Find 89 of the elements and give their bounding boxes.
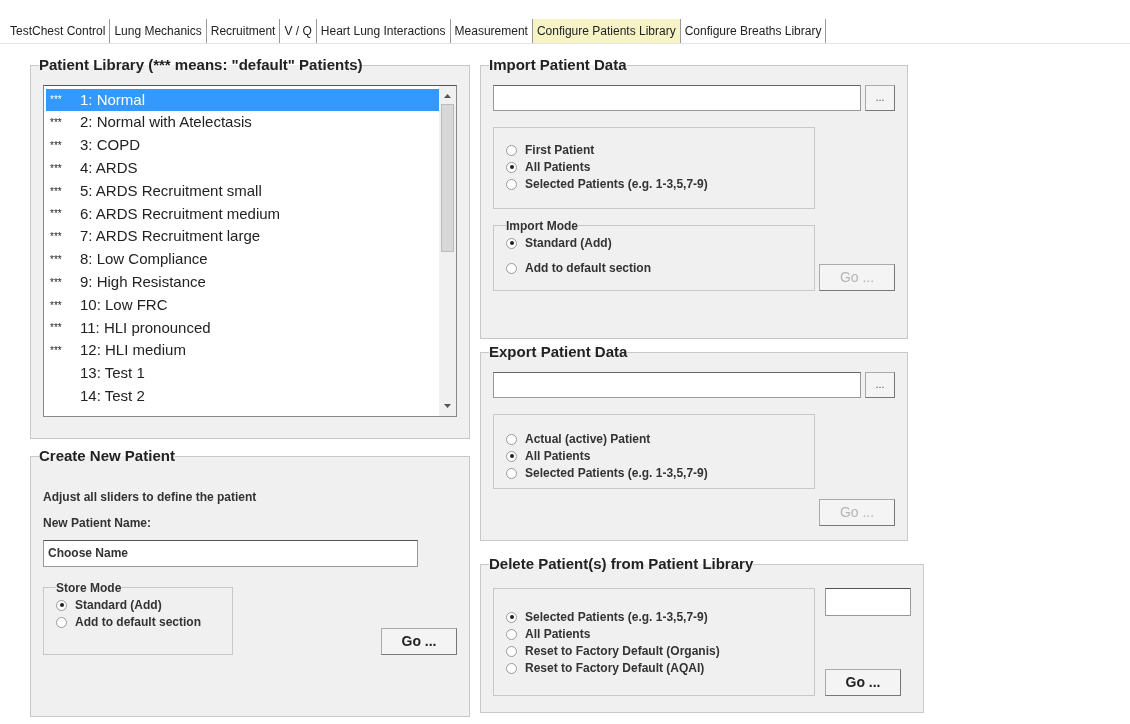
default-marker: ***: [50, 208, 62, 220]
patient-list-item[interactable]: *** 8: Low Compliance: [46, 248, 439, 271]
default-marker: ***: [50, 276, 62, 288]
patient-list-item[interactable]: *** 10: Low FRC: [46, 293, 439, 317]
radio-button[interactable]: [506, 178, 517, 190]
patient-name: 11: HLI pronounced: [80, 317, 211, 338]
patient-range-field[interactable]: [825, 587, 911, 616]
scroll-down-icon[interactable]: [444, 403, 451, 408]
radio-button[interactable]: [506, 144, 517, 156]
patient-name: 3: COPD: [80, 135, 140, 156]
radio-button[interactable]: [56, 616, 67, 628]
patient-list-item[interactable]: *** 2: Normal with Atelectasis: [46, 111, 439, 135]
field-label: New Patient Name:: [43, 514, 153, 532]
patient-name: 1: Normal: [80, 89, 146, 110]
radio-label[interactable]: Standard (Add): [75, 596, 162, 614]
go-button[interactable]: Go ...: [825, 668, 901, 696]
radio-button[interactable]: [506, 662, 517, 674]
patient-list-item[interactable]: *** 9: High Resistance: [46, 270, 439, 294]
patient-name: 10: Low FRC: [80, 294, 168, 315]
default-marker: ***: [50, 322, 62, 334]
patient-list-item[interactable]: *** 12: HLI medium: [46, 339, 439, 363]
patient-name: 6: ARDS Recruitment medium: [80, 203, 281, 224]
patient-name: 8: Low Compliance: [80, 249, 208, 270]
patient-list-item[interactable]: 14: Test 2: [46, 384, 439, 408]
radio-button[interactable]: [506, 433, 517, 445]
patient-list-item[interactable]: *** 4: ARDS: [46, 156, 439, 180]
default-marker: ***: [50, 140, 62, 151]
radio-label[interactable]: Selected Patients (e.g. 1-3,5,7-9): [525, 608, 708, 626]
group-title: Import Mode: [506, 217, 578, 235]
radio-label[interactable]: Add to default section: [525, 259, 651, 277]
patient-name: 12: HLI medium: [80, 340, 186, 361]
patient-list-item[interactable]: *** 7: ARDS Recruitment large: [46, 225, 439, 249]
radio-label[interactable]: All Patients: [525, 447, 591, 465]
radio-label[interactable]: Reset to Factory Default (AQAI): [525, 659, 705, 677]
radio-label[interactable]: All Patients: [525, 158, 591, 176]
radio-label[interactable]: Add to default section: [75, 613, 201, 631]
patient-name: 14: Test 2: [80, 386, 145, 406]
patient-list-item[interactable]: 13: Test 1: [46, 362, 439, 385]
default-marker: ***: [50, 117, 62, 129]
group-title: Patient Library (*** means: "default" Patients): [39, 55, 363, 75]
radio-button[interactable]: [506, 450, 517, 462]
file-path-field[interactable]: [493, 371, 861, 398]
browse-button[interactable]: ...: [865, 371, 895, 398]
patient-name-field[interactable]: Choose Name: [43, 539, 418, 567]
radio-label[interactable]: Selected Patients (e.g. 1-3,5,7-9): [525, 464, 708, 482]
default-marker: ***: [50, 299, 62, 311]
patient-name: 4: ARDS: [80, 158, 138, 179]
radio-button[interactable]: [56, 599, 67, 611]
radio-button[interactable]: [506, 161, 517, 173]
go-button[interactable]: Go ...: [381, 627, 457, 655]
radio-label[interactable]: Actual (active) Patient: [525, 430, 651, 448]
scrollbar-thumb[interactable]: [441, 103, 454, 252]
default-marker: ***: [50, 231, 62, 243]
patient-name: 2: Normal with Atelectasis: [80, 112, 252, 133]
patient-list-item[interactable]: *** 3: COPD: [46, 134, 439, 157]
scroll-up-icon[interactable]: [444, 93, 451, 98]
default-marker: ***: [50, 185, 62, 197]
group-title: Store Mode: [56, 579, 122, 597]
group-title: Import Patient Data: [489, 55, 627, 75]
tab[interactable]: Configure Patients Library: [532, 19, 681, 43]
patient-list-item[interactable]: *** 6: ARDS Recruitment medium: [46, 202, 439, 226]
scrollbar[interactable]: [439, 85, 456, 416]
radio-button[interactable]: [506, 262, 517, 274]
file-path-field[interactable]: [493, 84, 861, 111]
default-marker: ***: [50, 345, 62, 357]
default-marker: ***: [50, 162, 62, 174]
radio-label[interactable]: All Patients: [525, 625, 591, 643]
radio-button[interactable]: [506, 628, 517, 640]
group-title: Delete Patient(s) from Patient Library: [489, 554, 754, 574]
radio-button[interactable]: [506, 645, 517, 657]
radio-button[interactable]: [506, 467, 517, 479]
patient-name: 7: ARDS Recruitment large: [80, 226, 261, 247]
browse-button[interactable]: ...: [865, 84, 895, 111]
patient-name: 13: Test 1: [80, 363, 145, 384]
default-marker: ***: [50, 253, 62, 265]
radio-label[interactable]: Selected Patients (e.g. 1-3,5,7-9): [525, 175, 708, 193]
group-title: Create New Patient: [39, 446, 175, 466]
patient-list-item[interactable]: *** 11: HLI pronounced: [46, 316, 439, 340]
radio-label[interactable]: First Patient: [525, 141, 595, 159]
patient-name: 5: ARDS Recruitment small: [80, 180, 262, 201]
group-title: Export Patient Data: [489, 342, 628, 362]
patient-list-item[interactable]: *** 5: ARDS Recruitment small: [46, 179, 439, 203]
radio-label[interactable]: Standard (Add): [525, 234, 612, 252]
radio-button[interactable]: [506, 237, 517, 249]
default-marker: ***: [50, 94, 62, 106]
patient-name: 9: High Resistance: [80, 272, 206, 292]
radio-label[interactable]: Reset to Factory Default (Organis): [525, 642, 720, 660]
radio-button[interactable]: [506, 611, 517, 623]
hint-text: Adjust all sliders to define the patient: [43, 488, 258, 506]
